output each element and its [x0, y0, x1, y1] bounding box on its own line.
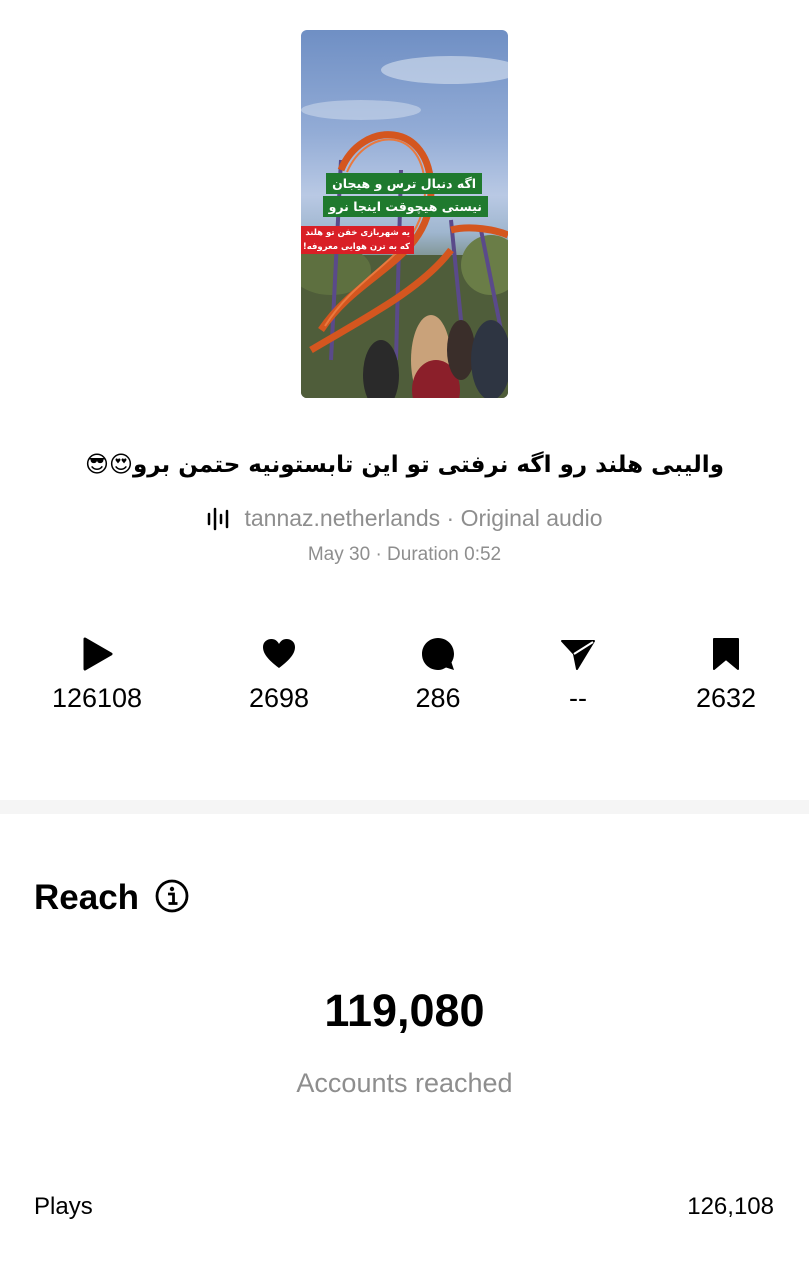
- thumbnail-caption-line2: نیستی هیچوقت اینجا نرو: [322, 196, 488, 217]
- accounts-reached-value: 119,080: [324, 985, 485, 1036]
- accounts-reached-label: Accounts reached: [296, 1068, 513, 1098]
- stat-comments-value: 286: [415, 683, 461, 713]
- audio-label: tannaz.netherlands · Original audio: [244, 505, 603, 531]
- thumbnail-subcaption-line2: که به ترن هوایی معروفه!: [301, 240, 414, 254]
- audio-row[interactable]: tannaz.netherlands · Original audio: [0, 505, 809, 532]
- stat-shares-value: --: [569, 683, 587, 713]
- stat-likes-value: 2698: [248, 683, 310, 713]
- thumbnail-caption-line1: اگه دنبال ترس و هیجان: [326, 173, 482, 194]
- share-icon: [503, 636, 653, 672]
- stat-shares: --: [503, 636, 653, 714]
- reel-thumbnail[interactable]: اگه دنبال ترس و هیجان نیستی هیچوقت اینجا…: [301, 30, 508, 398]
- reach-header: Reach: [34, 878, 189, 918]
- stat-saves: 2632: [651, 636, 801, 714]
- comment-icon: [363, 636, 513, 672]
- heart-icon: [204, 636, 354, 672]
- plays-value: 126,108: [687, 1193, 774, 1220]
- thumbnail-subcaption-line1: یه شهربازی خفن تو هلند: [301, 226, 414, 240]
- plays-label: Plays: [34, 1193, 93, 1220]
- play-icon: [22, 636, 172, 672]
- post-date-duration: May 30 · Duration 0:52: [307, 544, 502, 565]
- stat-plays-value: 126108: [51, 683, 143, 713]
- stat-comments: 286: [363, 636, 513, 714]
- stat-saves-value: 2632: [695, 683, 757, 713]
- info-icon[interactable]: [155, 879, 189, 918]
- section-divider: [0, 800, 809, 814]
- bookmark-icon: [651, 636, 801, 672]
- post-caption: والیبی هلند رو اگه نرفتی تو این تابستونی…: [85, 452, 724, 478]
- audio-waveform-icon: [206, 506, 232, 532]
- stat-plays: 126108: [22, 636, 172, 714]
- stat-likes: 2698: [204, 636, 354, 714]
- reach-title: Reach: [34, 878, 140, 917]
